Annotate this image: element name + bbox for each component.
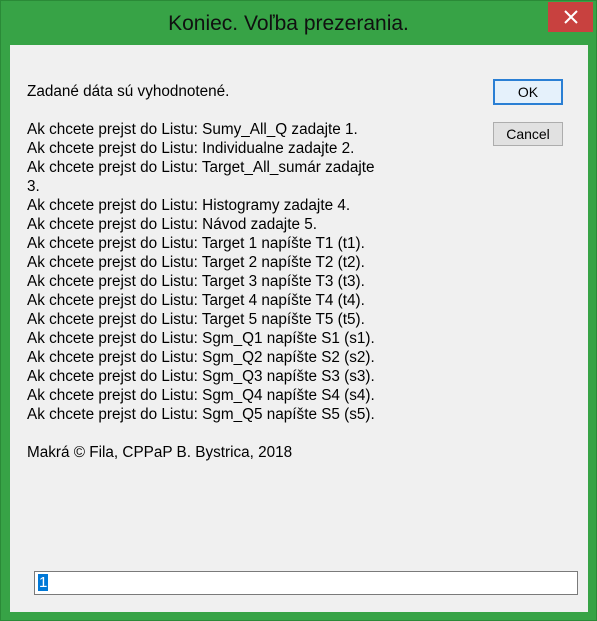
dialog-title: Koniec. Voľba prezerania. — [168, 12, 409, 35]
message-line: Ak chcete prejst do Listu: Target 3 napí… — [27, 273, 365, 290]
message-line: Ak chcete prejst do Listu: Target 2 napí… — [27, 254, 365, 271]
cancel-button[interactable]: Cancel — [493, 122, 563, 146]
message-line: Ak chcete prejst do Listu: Sgm_Q2 napíšt… — [27, 349, 375, 366]
message-line: Ak chcete prejst do Listu: Sgm_Q5 napíšt… — [27, 406, 375, 423]
answer-input-value: 1 — [38, 574, 49, 591]
message-lines: Ak chcete prejst do Listu: Sumy_All_Q za… — [27, 120, 477, 424]
message-line: Ak chcete prejst do Listu: Target_All_su… — [27, 159, 375, 176]
answer-input[interactable]: 1 — [34, 571, 578, 595]
message-line: Ak chcete prejst do Listu: Sgm_Q4 napíšt… — [27, 387, 375, 404]
message-line: Ak chcete prejst do Listu: Target 4 napí… — [27, 292, 365, 309]
ok-button[interactable]: OK — [493, 79, 563, 105]
message-line: Ak chcete prejst do Listu: Návod zadajte… — [27, 216, 317, 233]
message-line: 3. — [27, 178, 40, 195]
message-line: Ak chcete prejst do Listu: Histogramy za… — [27, 197, 351, 214]
title-bar[interactable]: Koniec. Voľba prezerania. — [1, 1, 596, 45]
message-intro: Zadané dáta sú vyhodnotené. — [27, 83, 230, 100]
message-line: Ak chcete prejst do Listu: Target 1 napí… — [27, 235, 365, 252]
message-line: Ak chcete prejst do Listu: Target 5 napí… — [27, 311, 365, 328]
dialog-message: Zadané dáta sú vyhodnotené. Ak chcete pr… — [27, 82, 477, 477]
message-line: Ak chcete prejst do Listu: Sumy_All_Q za… — [27, 121, 358, 138]
close-button[interactable] — [548, 2, 593, 32]
message-footer: Makrá © Fila, CPPaP B. Bystrica, 2018 — [27, 444, 293, 461]
message-line: Ak chcete prejst do Listu: Sgm_Q3 napíšt… — [27, 368, 375, 385]
message-line: Ak chcete prejst do Listu: Individualne … — [27, 140, 355, 157]
message-line: Ak chcete prejst do Listu: Sgm_Q1 napíšt… — [27, 330, 375, 347]
close-icon — [563, 10, 578, 24]
